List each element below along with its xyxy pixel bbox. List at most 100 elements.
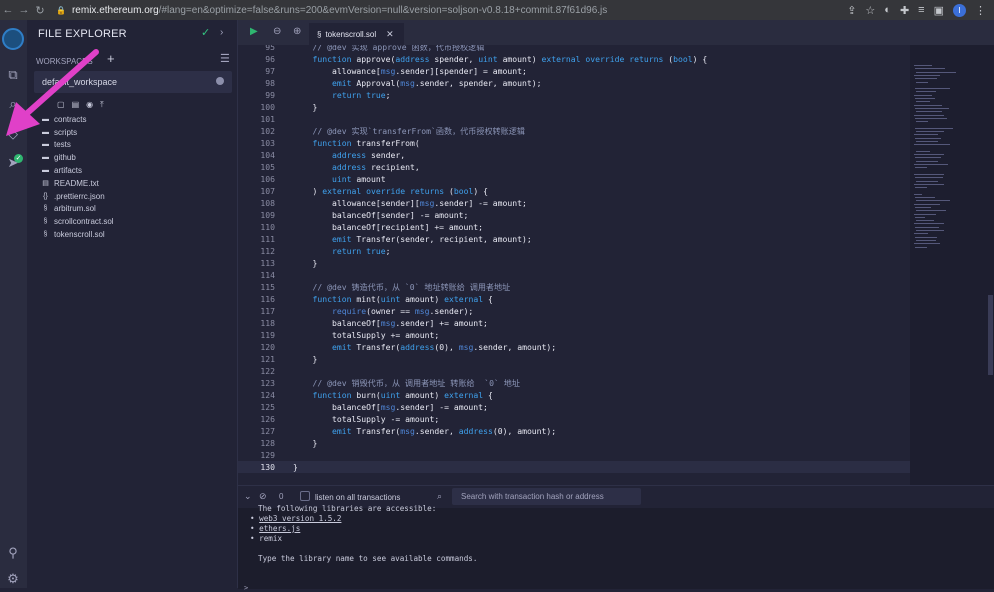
bookmark-star-icon[interactable]: ☆ [865, 4, 875, 17]
line-number: 99 [265, 90, 275, 100]
chevron-down-icon[interactable]: ⌄ [244, 491, 252, 502]
profile-avatar[interactable]: I [953, 3, 966, 17]
puzzle-icon[interactable]: ✚ [900, 4, 909, 17]
file-tree-item[interactable]: § tokenscroll.sol [39, 228, 229, 241]
terminal-line: Type the library name to see available c… [258, 554, 477, 563]
code-token: mint( [356, 294, 381, 304]
code-line: 113 } [238, 257, 910, 269]
folder-icon: ▬ [42, 141, 49, 149]
zoom-in-icon[interactable]: ⊕ [293, 26, 301, 37]
folder-icon: ▬ [42, 154, 49, 162]
chevron-right-icon[interactable]: › [220, 27, 223, 38]
workspace-select[interactable]: default_workspace [34, 71, 232, 93]
library-link[interactable]: web3 version 1.5.2 [259, 514, 341, 523]
file-tree-item[interactable]: § arbitrum.sol [39, 203, 229, 216]
code-token: ; [385, 246, 391, 256]
add-workspace-icon[interactable]: + [107, 51, 115, 66]
code-line: 127 emit Transfer(msg.sender, address(0)… [238, 425, 910, 437]
editor-scrollbar[interactable] [988, 295, 993, 375]
reload-icon[interactable]: ↻ [32, 4, 48, 17]
minimap[interactable] [910, 45, 994, 485]
file-tree-item[interactable]: ▬ github [39, 151, 229, 164]
file-tree-item[interactable]: § scrollcontract.sol [39, 215, 229, 228]
new-file-icon[interactable]: ▢ [57, 100, 65, 110]
github-icon[interactable]: ◉ [86, 100, 93, 110]
back-arrow-icon[interactable]: ← [0, 4, 16, 16]
solidity-compiler-icon[interactable]: ◇ [3, 124, 23, 144]
minimap-line [916, 131, 944, 132]
code-line: 120 emit Transfer(address(0), msg.sender… [238, 341, 910, 353]
transaction-search-input[interactable] [452, 488, 641, 505]
file-tree-item[interactable]: {} .prettierrc.json [39, 190, 229, 203]
plugin-manager-icon[interactable]: ⚲ [3, 543, 23, 563]
code-text: } [293, 461, 298, 473]
new-folder-icon[interactable]: ▤ [72, 100, 80, 110]
bullet-icon: • [250, 524, 260, 533]
deploy-run-icon[interactable]: ➤ [3, 153, 23, 173]
code-token: amount) [502, 54, 542, 64]
address-bar[interactable]: 🔒 remix.ethereum.org /#lang=en&optimize=… [56, 5, 607, 16]
code-token: balanceOf[recipient] += amount; [293, 222, 484, 232]
code-token: amount [356, 174, 386, 184]
minimap-line [914, 183, 944, 185]
code-token: totalSupply += amount; [293, 330, 440, 340]
code-token: external override returns [322, 186, 449, 196]
minimap-line [914, 213, 936, 215]
run-play-icon[interactable]: ▶ [250, 26, 258, 37]
zoom-out-icon[interactable]: ⊖ [273, 26, 281, 37]
listen-checkbox[interactable] [300, 491, 310, 501]
share-icon[interactable]: ⇪ [847, 4, 856, 17]
code-token: msg [419, 198, 435, 208]
more-menu-icon[interactable]: ⋮ [975, 4, 986, 17]
code-token: balanceOf[ [293, 318, 381, 328]
code-line: 125 balanceOf[msg.sender] -= amount; [238, 401, 910, 413]
code-text: emit Approval(msg.sender, spender, amoun… [293, 77, 542, 89]
code-text: function mint(uint amount) external { [293, 293, 492, 305]
code-token: msg [400, 78, 415, 88]
remix-logo-icon[interactable] [2, 28, 24, 50]
queue-icon[interactable]: ≡ [918, 4, 924, 16]
hamburger-menu-icon[interactable]: ☰ [220, 52, 230, 65]
file-tree-item[interactable]: ▤ README.txt [39, 177, 229, 190]
code-area[interactable]: 95 // @dev 实现`approve`函数，代币授权逻辑 96 functi… [238, 45, 910, 485]
code-text: } [293, 353, 317, 365]
file-tree-item[interactable]: ▬ tests [39, 139, 229, 152]
file-tree-item[interactable]: ▬ scripts [39, 126, 229, 139]
code-line: 105 address recipient, [238, 161, 910, 173]
code-token: address [293, 150, 371, 160]
editor-tabbar: ▶ ⊖ ⊕ § tokenscroll.sol ✕ [238, 20, 994, 45]
sidebar-icon[interactable]: ▣ [934, 4, 944, 17]
minimap-line [915, 107, 949, 109]
terminal-panel: ⌄ ⊘ 0 listen on all transactions ⌕ > The… [238, 485, 994, 592]
terminal-output[interactable]: > The following libraries are accessible… [238, 504, 994, 592]
file-tree-item[interactable]: ▬ artifacts [39, 164, 229, 177]
code-token: .sender] -= amount; [434, 198, 527, 208]
file-tree-label: contracts [54, 114, 87, 124]
extension-icon[interactable]: ◐ [884, 4, 891, 16]
file-tree-item[interactable]: ▬ contracts [39, 113, 229, 126]
code-token: address [400, 342, 435, 352]
minimap-line [914, 193, 922, 195]
code-text: address recipient, [293, 161, 420, 173]
code-token: sender, [370, 150, 406, 160]
code-line: 124 function burn(uint amount) external … [238, 389, 910, 401]
file-tree-label: scrollcontract.sol [54, 217, 114, 227]
minimap-line [916, 230, 944, 231]
forward-arrow-icon[interactable]: → [16, 4, 32, 16]
tab-tokenscroll[interactable]: § tokenscroll.sol ✕ [309, 23, 404, 45]
file-explorer-icon[interactable]: ⧉ [3, 65, 23, 85]
minimap-line [914, 65, 932, 66]
close-icon[interactable]: ✕ [386, 29, 394, 40]
settings-gear-icon[interactable]: ⚙ [3, 569, 23, 589]
search-icon[interactable]: ⌕ [3, 94, 23, 114]
clear-console-icon[interactable]: ⊘ [259, 491, 267, 502]
minimap-line [915, 127, 953, 129]
code-token: // @dev 实现`transferFrom`函数，代币授权转账逻辑 [293, 126, 525, 136]
line-number: 96 [265, 54, 275, 64]
code-text: } [293, 101, 317, 113]
upload-icon[interactable]: ⤒ [100, 100, 104, 110]
library-link[interactable]: ethers.js [259, 524, 300, 533]
workspaces-label: WORKSPACES [36, 57, 93, 66]
line-number: 129 [260, 450, 275, 460]
code-token: allowance[sender][ [293, 198, 420, 208]
